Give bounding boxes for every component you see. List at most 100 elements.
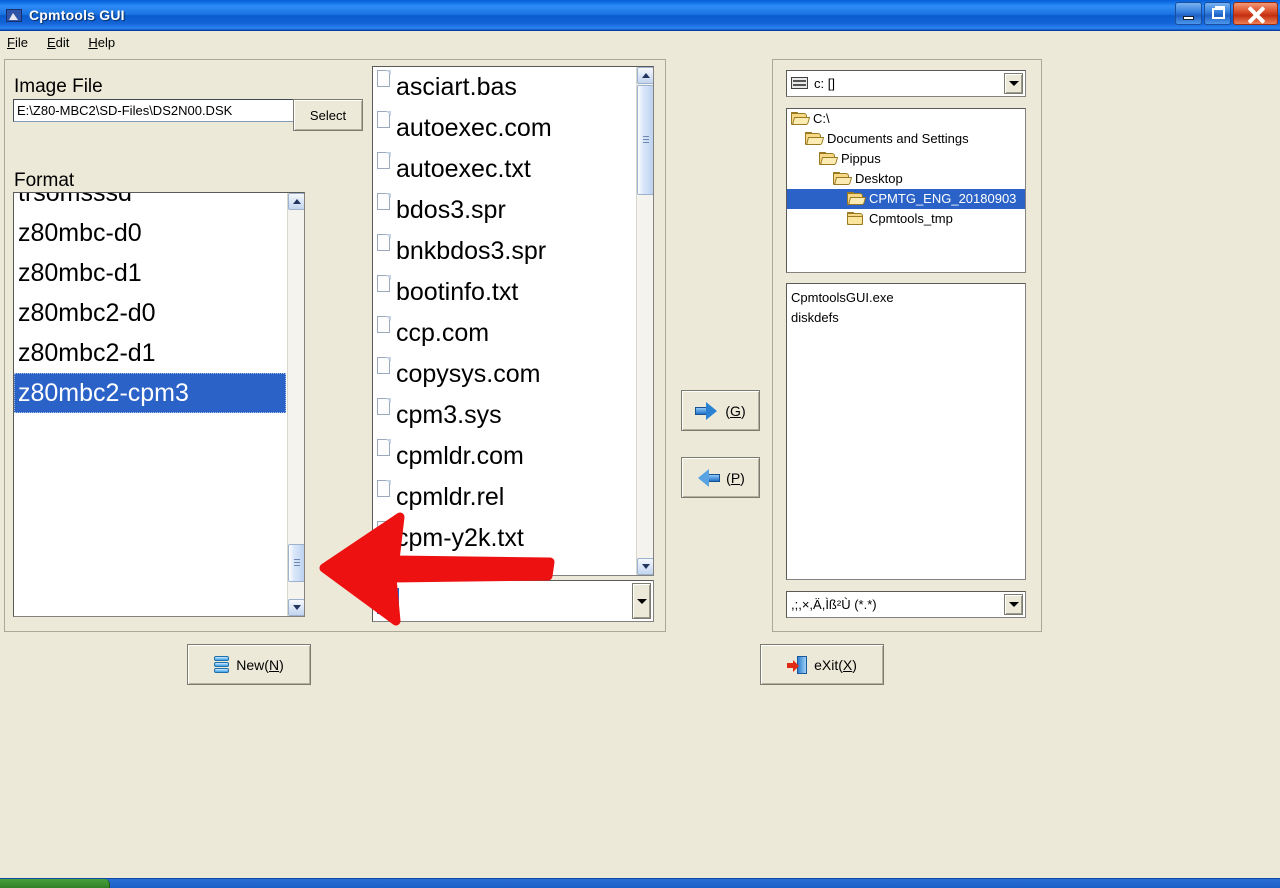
- image-file-list-item[interactable]: autoexec.com: [373, 108, 635, 149]
- image-file-name: asciart.bas: [396, 67, 517, 108]
- menu-edit[interactable]: Edit: [47, 35, 69, 51]
- image-file-list-item[interactable]: autoexec.txt: [373, 149, 635, 190]
- format-list-item[interactable]: z80mbc2-d0: [14, 293, 286, 333]
- select-button[interactable]: Select: [293, 99, 363, 131]
- format-list-item[interactable]: z80mbc-d1: [14, 253, 286, 293]
- directory-tree[interactable]: C:\Documents and SettingsPippusDesktopCP…: [786, 108, 1026, 273]
- image-file-list-item[interactable]: cpm-y2k.txt: [373, 518, 635, 559]
- folder-open-icon: [791, 112, 809, 126]
- image-file-path-input[interactable]: E:\Z80-MBC2\SD-Files\DS2N00.DSK: [13, 99, 294, 122]
- taskbar: [0, 878, 1280, 888]
- directory-tree-item[interactable]: Documents and Settings: [787, 129, 1025, 149]
- document-icon: [377, 439, 391, 457]
- image-file-scroll-down-button[interactable]: [637, 558, 654, 575]
- image-file-list-item[interactable]: bdos3.spr: [373, 190, 635, 231]
- directory-tree-item[interactable]: C:\: [787, 109, 1025, 129]
- image-file-scroll-up-button[interactable]: [637, 67, 654, 84]
- host-file-list-item[interactable]: diskdefs: [787, 308, 1025, 328]
- title-bar: Cpmtools GUI: [0, 0, 1280, 31]
- image-file-list-item[interactable]: cpmldr.rel: [373, 477, 635, 518]
- image-file-list-item[interactable]: bootinfo.txt: [373, 272, 635, 313]
- image-file-list-item[interactable]: cpm3.sys: [373, 395, 635, 436]
- format-scrollbar[interactable]: [287, 193, 304, 616]
- document-icon: [377, 234, 391, 252]
- document-icon: [377, 480, 391, 498]
- get-button-label: (G): [725, 403, 745, 419]
- directory-tree-label: Documents and Settings: [827, 129, 969, 149]
- mountain-icon: [5, 7, 23, 23]
- format-list-items: osb1sssdampdsddampdsdd80altdsddtrsomsssd…: [14, 192, 286, 616]
- host-filter-dropdown-arrow[interactable]: [1004, 594, 1023, 615]
- restore-button[interactable]: [1204, 2, 1231, 25]
- format-scroll-up-button[interactable]: [288, 193, 305, 210]
- host-file-list-item[interactable]: CpmtoolsGUI.exe: [787, 288, 1025, 308]
- menu-help[interactable]: Help: [88, 35, 115, 51]
- menu-bar: File Edit Help: [0, 31, 1280, 54]
- image-file-list-item[interactable]: ccp.com: [373, 313, 635, 354]
- document-icon: [377, 398, 391, 416]
- image-file-scroll-thumb[interactable]: [637, 85, 654, 195]
- get-button[interactable]: (G): [681, 390, 760, 431]
- directory-tree-label: Desktop: [855, 169, 903, 189]
- image-file-scrollbar[interactable]: [636, 67, 653, 575]
- document-icon: [377, 521, 391, 539]
- menu-file[interactable]: File: [7, 35, 28, 51]
- image-file-filter-dropdown-arrow[interactable]: [632, 583, 651, 619]
- image-file-name: autoexec.com: [396, 108, 552, 149]
- directory-tree-item[interactable]: Pippus: [787, 149, 1025, 169]
- format-label: Format: [14, 170, 74, 192]
- format-list-item[interactable]: z80mbc2-d1: [14, 333, 286, 373]
- image-file-name: cpmldr.rel: [396, 477, 504, 518]
- drive-combo-text: c: []: [814, 76, 835, 91]
- host-filter-value[interactable]: ,;,×,Ä,Ìß²Ù (*.*): [787, 597, 1004, 612]
- document-icon: [377, 316, 391, 334]
- start-button[interactable]: [0, 879, 110, 888]
- directory-tree-item[interactable]: Cpmtools_tmp: [787, 209, 1025, 229]
- image-file-filter-combo[interactable]: *.*: [372, 580, 654, 622]
- folder-open-icon: [819, 152, 837, 166]
- folder-open-icon: [805, 132, 823, 146]
- image-file-listbox[interactable]: asciart.basautoexec.comautoexec.txtbdos3…: [372, 66, 654, 576]
- image-file-list-item[interactable]: copysys.com: [373, 354, 635, 395]
- image-file-list-item[interactable]: bnkbdos3.spr: [373, 231, 635, 272]
- minimize-button[interactable]: [1175, 2, 1202, 25]
- image-file-list-item[interactable]: asciart.bas: [373, 67, 635, 108]
- format-list-item[interactable]: trsomsssd: [14, 192, 286, 213]
- format-list-item[interactable]: z80mbc2-cpm3: [14, 373, 286, 413]
- image-file-label: Image File: [14, 76, 103, 98]
- folder-open-icon: [833, 172, 851, 186]
- image-file-name: autoexec.txt: [396, 149, 531, 190]
- directory-tree-items: C:\Documents and SettingsPippusDesktopCP…: [787, 109, 1025, 272]
- host-file-listbox[interactable]: CpmtoolsGUI.exediskdefs: [786, 283, 1026, 580]
- directory-tree-item[interactable]: CPMTG_ENG_20180903: [787, 189, 1025, 209]
- image-file-name: bootinfo.txt: [396, 272, 518, 313]
- new-button[interactable]: New(N): [187, 644, 311, 685]
- image-file-list-item[interactable]: cpmldr.com: [373, 436, 635, 477]
- exit-button[interactable]: eXit(X): [760, 644, 884, 685]
- new-button-label: New(N): [236, 657, 283, 673]
- drive-combo-value[interactable]: c: []: [787, 76, 1004, 91]
- directory-tree-label: Cpmtools_tmp: [869, 209, 953, 229]
- drive-combo[interactable]: c: []: [786, 70, 1026, 97]
- image-file-name: cpm3.sys: [396, 395, 502, 436]
- image-file-list-items: asciart.basautoexec.comautoexec.txtbdos3…: [373, 67, 635, 575]
- put-button-label: (P): [726, 470, 745, 486]
- database-icon: [214, 656, 229, 673]
- format-list-item[interactable]: z80mbc-d0: [14, 213, 286, 253]
- document-icon: [377, 152, 391, 170]
- put-button[interactable]: (P): [681, 457, 760, 498]
- directory-tree-item[interactable]: Desktop: [787, 169, 1025, 189]
- document-icon: [377, 275, 391, 293]
- host-filter-combo[interactable]: ,;,×,Ä,Ìß²Ù (*.*): [786, 591, 1026, 618]
- document-icon: [377, 70, 391, 88]
- window-controls: [1175, 2, 1278, 25]
- drive-combo-dropdown-arrow[interactable]: [1004, 73, 1023, 94]
- window-title: Cpmtools GUI: [29, 7, 125, 23]
- format-listbox[interactable]: osb1sssdampdsddampdsdd80altdsddtrsomsssd…: [13, 192, 305, 617]
- close-button[interactable]: [1233, 2, 1278, 25]
- image-file-name: bdos3.spr: [396, 190, 506, 231]
- arrow-left-icon: [696, 469, 720, 487]
- format-scroll-down-button[interactable]: [288, 599, 305, 616]
- format-scroll-thumb[interactable]: [288, 544, 305, 582]
- image-file-filter-value[interactable]: *.*: [373, 588, 632, 614]
